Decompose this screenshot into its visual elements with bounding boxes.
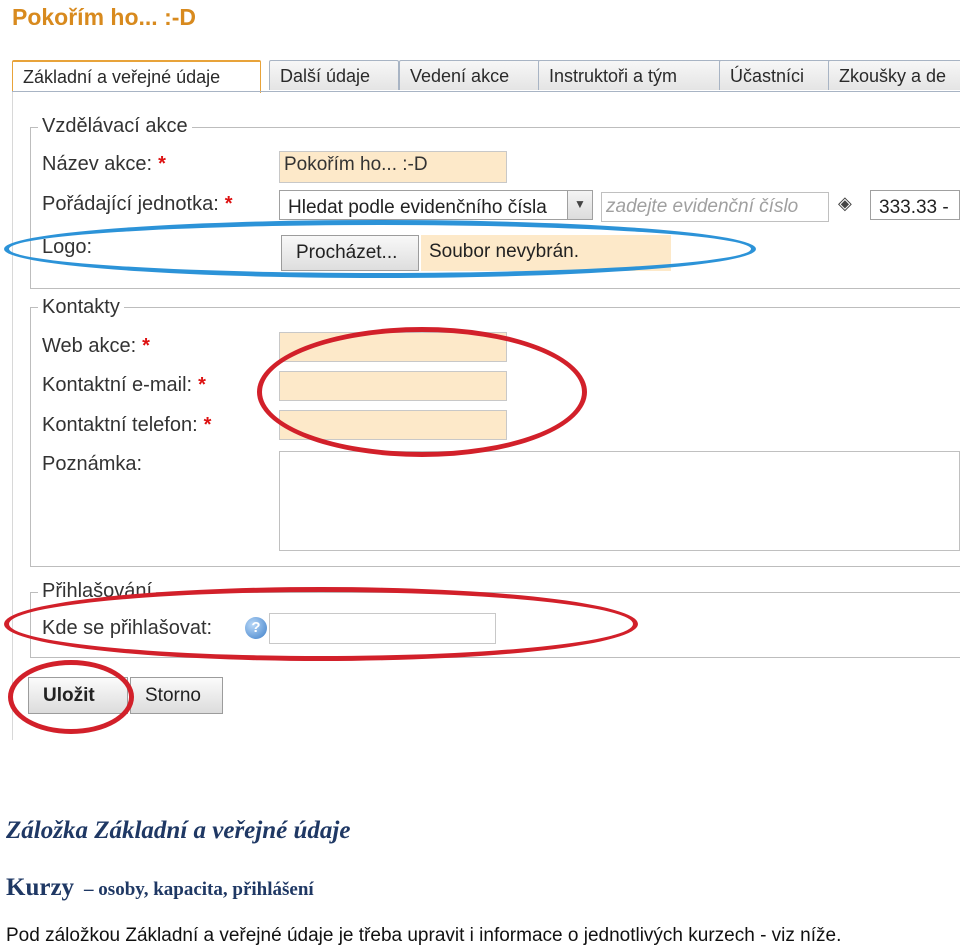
evidencni-cislo-input[interactable]: zadejte evidenční číslo <box>601 192 829 222</box>
cancel-button[interactable]: Storno <box>130 677 223 714</box>
save-button[interactable]: Uložit <box>28 677 128 714</box>
label-logo: Logo: <box>42 236 93 258</box>
label-jednotka: Pořádající jednotka: * <box>42 193 233 215</box>
doc-sub-small: – osoby, kapacita, přihlášení <box>84 879 314 900</box>
content-border <box>12 92 13 740</box>
jednotka-result[interactable]: 333.33 - <box>870 190 960 220</box>
tab-vedeni[interactable]: Vedení akce <box>399 60 540 90</box>
screenshot-region: Pokořím ho... :-D Základní a veřejné úda… <box>0 0 960 740</box>
email-input[interactable] <box>279 371 507 401</box>
tab-divider <box>12 91 960 92</box>
label-web: Web akce: * <box>42 335 150 357</box>
tab-ucastnici[interactable]: Účastníci <box>719 60 831 90</box>
doc-body: Pod záložkou Základní a veřejné údaje je… <box>6 925 842 946</box>
required-mark: * <box>224 193 233 215</box>
file-status: Soubor nevybrán. <box>421 235 671 271</box>
required-mark: * <box>142 335 150 357</box>
chevron-down-icon[interactable]: ▼ <box>567 191 592 219</box>
label-poznamka: Poznámka: <box>42 453 143 475</box>
tab-bar: Základní a veřejné údaje Další údaje Ved… <box>12 60 960 93</box>
web-input[interactable] <box>279 332 507 362</box>
tab-dalsi[interactable]: Další údaje <box>269 60 399 90</box>
doc-heading: Záložka Základní a veřejné údaje <box>6 817 351 844</box>
label-email: Kontaktní e-mail: * <box>42 374 206 396</box>
required-mark: * <box>158 153 166 175</box>
doc-sub-big: Kurzy <box>6 874 75 901</box>
browse-button[interactable]: Procházet... <box>281 235 419 271</box>
label-telefon: Kontaktní telefon: * <box>42 414 212 436</box>
page-title: Pokořím ho... :-D <box>12 4 196 30</box>
legend-prihlasovani: Přihlašování <box>38 580 157 603</box>
binoculars-icon[interactable]: ◈ <box>838 193 852 214</box>
help-icon[interactable]: ? <box>245 617 267 639</box>
jednotka-select[interactable]: Hledat podle evidenčního čísla ▼ <box>279 190 593 220</box>
label-nazev: Název akce: * <box>42 153 166 175</box>
tab-instruktori[interactable]: Instruktoři a tým <box>538 60 724 90</box>
kde-input[interactable] <box>269 613 496 644</box>
required-mark: * <box>198 374 206 396</box>
poznamka-textarea[interactable] <box>279 451 960 551</box>
required-mark: * <box>203 414 212 436</box>
label-kde: Kde se přihlašovat: <box>42 617 213 639</box>
doc-subheading: Kurzy – osoby, kapacita, přihlášení <box>6 874 314 902</box>
tab-zakladni[interactable]: Základní a veřejné údaje <box>12 60 261 93</box>
legend-vzdelavaci: Vzdělávací akce <box>38 115 192 138</box>
tab-zkousky[interactable]: Zkoušky a de <box>828 60 960 90</box>
legend-kontakty: Kontakty <box>38 296 124 319</box>
nazev-input[interactable]: Pokořím ho... :-D <box>279 151 507 183</box>
telefon-input[interactable] <box>279 410 507 440</box>
jednotka-select-value: Hledat podle evidenčního čísla <box>288 197 547 218</box>
